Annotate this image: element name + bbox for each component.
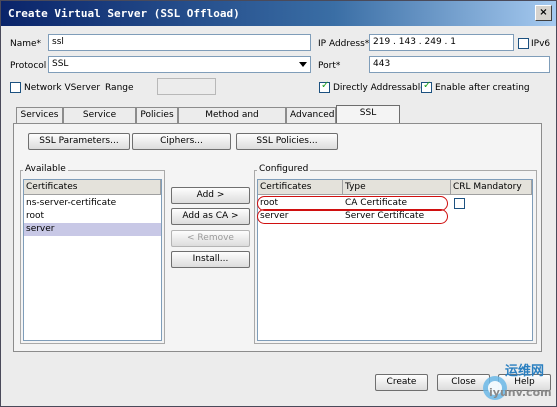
column-header-certificates[interactable]: Certificates bbox=[258, 180, 343, 195]
list-item[interactable]: ns-server-certificate bbox=[24, 197, 161, 210]
ip-address-label: IP Address* bbox=[318, 39, 370, 49]
protocol-select-value: SSL bbox=[52, 59, 69, 69]
tab-advanced[interactable]: Advanced bbox=[286, 107, 336, 124]
column-header-type[interactable]: Type bbox=[343, 180, 451, 195]
port-label: Port* bbox=[318, 61, 341, 71]
chevron-down-icon bbox=[299, 62, 307, 67]
protocol-label: Protocol bbox=[10, 61, 47, 71]
port-field[interactable]: 443 bbox=[369, 56, 550, 73]
list-item[interactable]: server bbox=[24, 223, 161, 236]
enable-after-creating-label: Enable after creating bbox=[435, 83, 530, 93]
checkmark-icon: ✓ bbox=[423, 80, 432, 91]
create-button[interactable]: Create bbox=[375, 374, 428, 391]
name-field[interactable]: ssl bbox=[48, 34, 311, 51]
available-group-title: Available bbox=[23, 164, 68, 174]
highlight-annotation bbox=[257, 209, 448, 224]
configured-group-title: Configured bbox=[257, 164, 311, 174]
range-field bbox=[157, 78, 216, 95]
name-label: Name* bbox=[10, 39, 42, 49]
column-header-crl-mandatory[interactable]: CRL Mandatory bbox=[451, 180, 532, 195]
watermark-text-url: iyunv.com bbox=[489, 386, 552, 399]
install-button[interactable]: Install... bbox=[171, 251, 250, 268]
checkmark-icon: ✓ bbox=[321, 80, 330, 91]
ip-address-field[interactable]: 219 . 143 . 249 . 1 bbox=[369, 34, 514, 51]
network-vserver-label: Network VServer bbox=[24, 83, 101, 93]
close-window-button[interactable]: × bbox=[535, 5, 552, 21]
ciphers-button[interactable]: Ciphers... bbox=[132, 133, 231, 150]
watermark-logo: 运维网 iyunv.com bbox=[481, 356, 557, 407]
remove-button[interactable]: < Remove bbox=[171, 230, 250, 247]
dialog-window: Create Virtual Server (SSL Offload) × Na… bbox=[0, 0, 557, 407]
ssl-settings-panel: SSL Parameters... Ciphers... SSL Policie… bbox=[13, 123, 542, 352]
ssl-parameters-button[interactable]: SSL Parameters... bbox=[28, 133, 130, 150]
tab-ssl-settings[interactable]: SSL Settings bbox=[336, 105, 400, 133]
ipv6-label: IPv6 bbox=[531, 39, 551, 49]
enable-after-creating-checkbox[interactable]: ✓ bbox=[421, 80, 432, 93]
configured-certificates-table[interactable]: Certificates Type CRL Mandatory root CA … bbox=[257, 179, 533, 341]
available-certificates-list[interactable]: Certificates ns-server-certificate root … bbox=[23, 179, 162, 341]
range-label: Range bbox=[105, 83, 134, 93]
directly-addressable-checkbox[interactable]: ✓ bbox=[319, 80, 330, 93]
title-bar[interactable]: Create Virtual Server (SSL Offload) × bbox=[1, 1, 556, 26]
tab-service-groups[interactable]: Service Groups bbox=[63, 107, 136, 135]
crl-mandatory-checkbox[interactable] bbox=[454, 198, 465, 209]
ssl-policies-button[interactable]: SSL Policies... bbox=[236, 133, 338, 150]
directly-addressable-label: Directly Addressable bbox=[333, 83, 426, 93]
tab-method-persistence[interactable]: Method and Persistence bbox=[178, 107, 286, 135]
network-vserver-checkbox[interactable] bbox=[10, 82, 21, 93]
tab-services[interactable]: Services bbox=[16, 107, 63, 124]
tab-policies[interactable]: Policies bbox=[136, 107, 178, 124]
protocol-select[interactable]: SSL bbox=[48, 56, 311, 73]
add-button[interactable]: Add > bbox=[171, 187, 250, 204]
add-as-ca-button[interactable]: Add as CA > bbox=[171, 208, 250, 225]
list-item[interactable]: root bbox=[24, 210, 161, 223]
watermark-text-cn: 运维网 bbox=[505, 364, 545, 379]
ipv6-checkbox[interactable] bbox=[518, 38, 529, 49]
available-certificates-header[interactable]: Certificates bbox=[24, 180, 161, 195]
window-title: Create Virtual Server (SSL Offload) bbox=[8, 7, 240, 20]
